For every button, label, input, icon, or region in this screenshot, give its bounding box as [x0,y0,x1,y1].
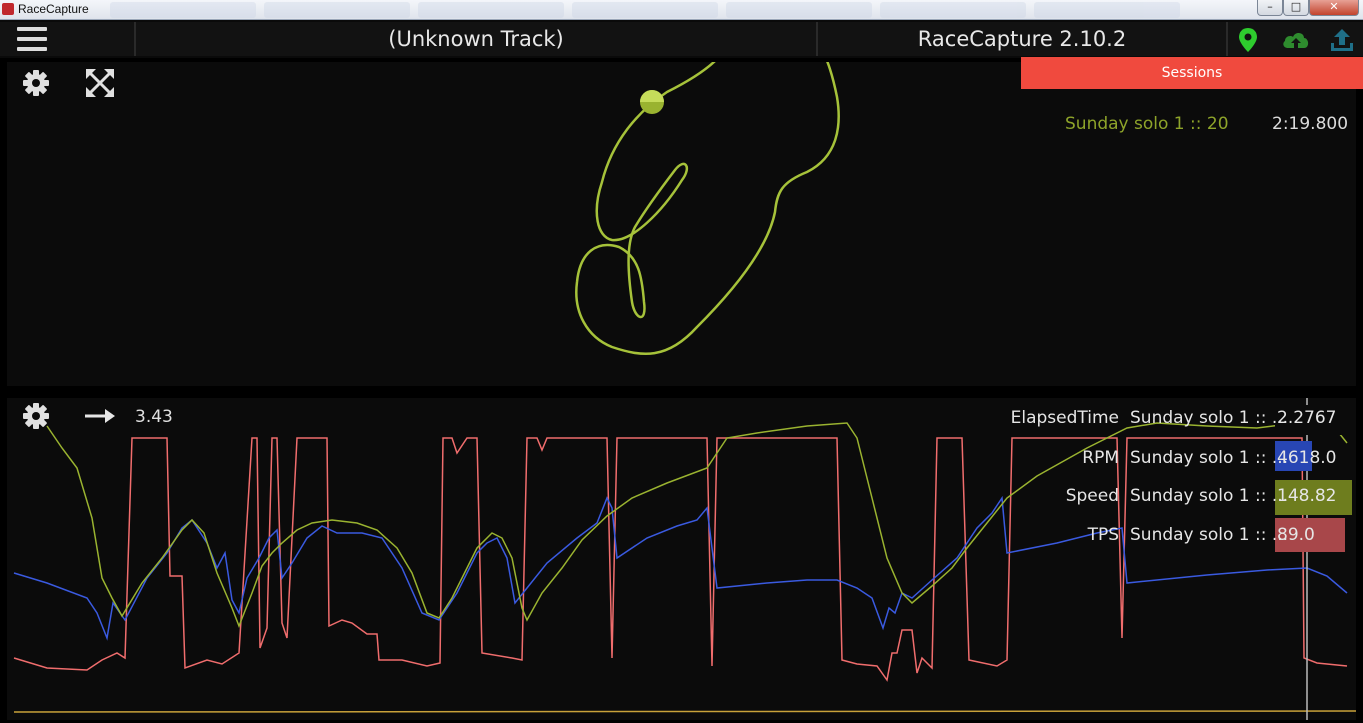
legend-session: Sunday solo 1 :: ... [1130,525,1289,545]
window-title: RaceCapture [18,2,89,16]
menu-button[interactable] [0,22,134,56]
sessions-button[interactable]: Sessions [1021,57,1363,89]
gps-location-icon[interactable] [1234,26,1262,54]
legend-channel: TPS [1087,525,1119,545]
legend-value: 148.82 [1277,486,1337,506]
legend-channel: Speed [1065,486,1119,506]
rpm-series [13,495,1348,641]
legend-session: Sunday solo 1 :: ... [1130,486,1289,506]
minimize-button[interactable]: – [1257,0,1283,16]
track-map-panel: Sunday solo 1 :: 20 2:19.800 [7,62,1356,386]
legend-value: 2.2767 [1277,408,1337,428]
app-logo-icon [2,3,14,15]
legend-channel: RPM [1082,448,1119,468]
track-name-cell: (Unknown Track) [134,22,816,56]
app-header: (Unknown Track) RaceCapture 2.10.2 [0,20,1363,58]
legend-session: Sunday solo 1 :: ... [1130,448,1289,468]
track-name: (Unknown Track) [388,27,564,51]
window-titlebar: RaceCapture – □ ✕ [0,0,1363,20]
close-button[interactable]: ✕ [1309,0,1359,16]
track-map [575,62,840,355]
legend-value: 89.0 [1277,525,1315,545]
zoom-value: 3.43 [135,407,173,427]
legend-session: Sunday solo 1 :: ... [1130,408,1289,428]
cloud-upload-icon[interactable] [1280,26,1312,54]
lap-name: Sunday solo 1 :: 20 [1065,114,1229,134]
status-icons [1226,22,1363,56]
elapsed-time-series [13,710,1356,713]
legend-value: 4618.0 [1277,448,1337,468]
telemetry-plot [13,398,1356,720]
track-outline [575,62,840,355]
analysis-chart-panel: 3.43 ElapsedTime Sunday solo 1 :: ... 2.… [7,398,1356,720]
background-taskbar [110,2,1180,18]
upload-icon[interactable] [1328,26,1356,54]
hamburger-menu-icon[interactable] [17,27,47,51]
lap-time: 2:19.800 [1272,114,1349,134]
app-version: RaceCapture 2.10.2 [917,27,1127,51]
version-cell: RaceCapture 2.10.2 [816,22,1226,56]
maximize-button[interactable]: □ [1283,0,1309,16]
legend-channel: ElapsedTime [1010,408,1119,428]
